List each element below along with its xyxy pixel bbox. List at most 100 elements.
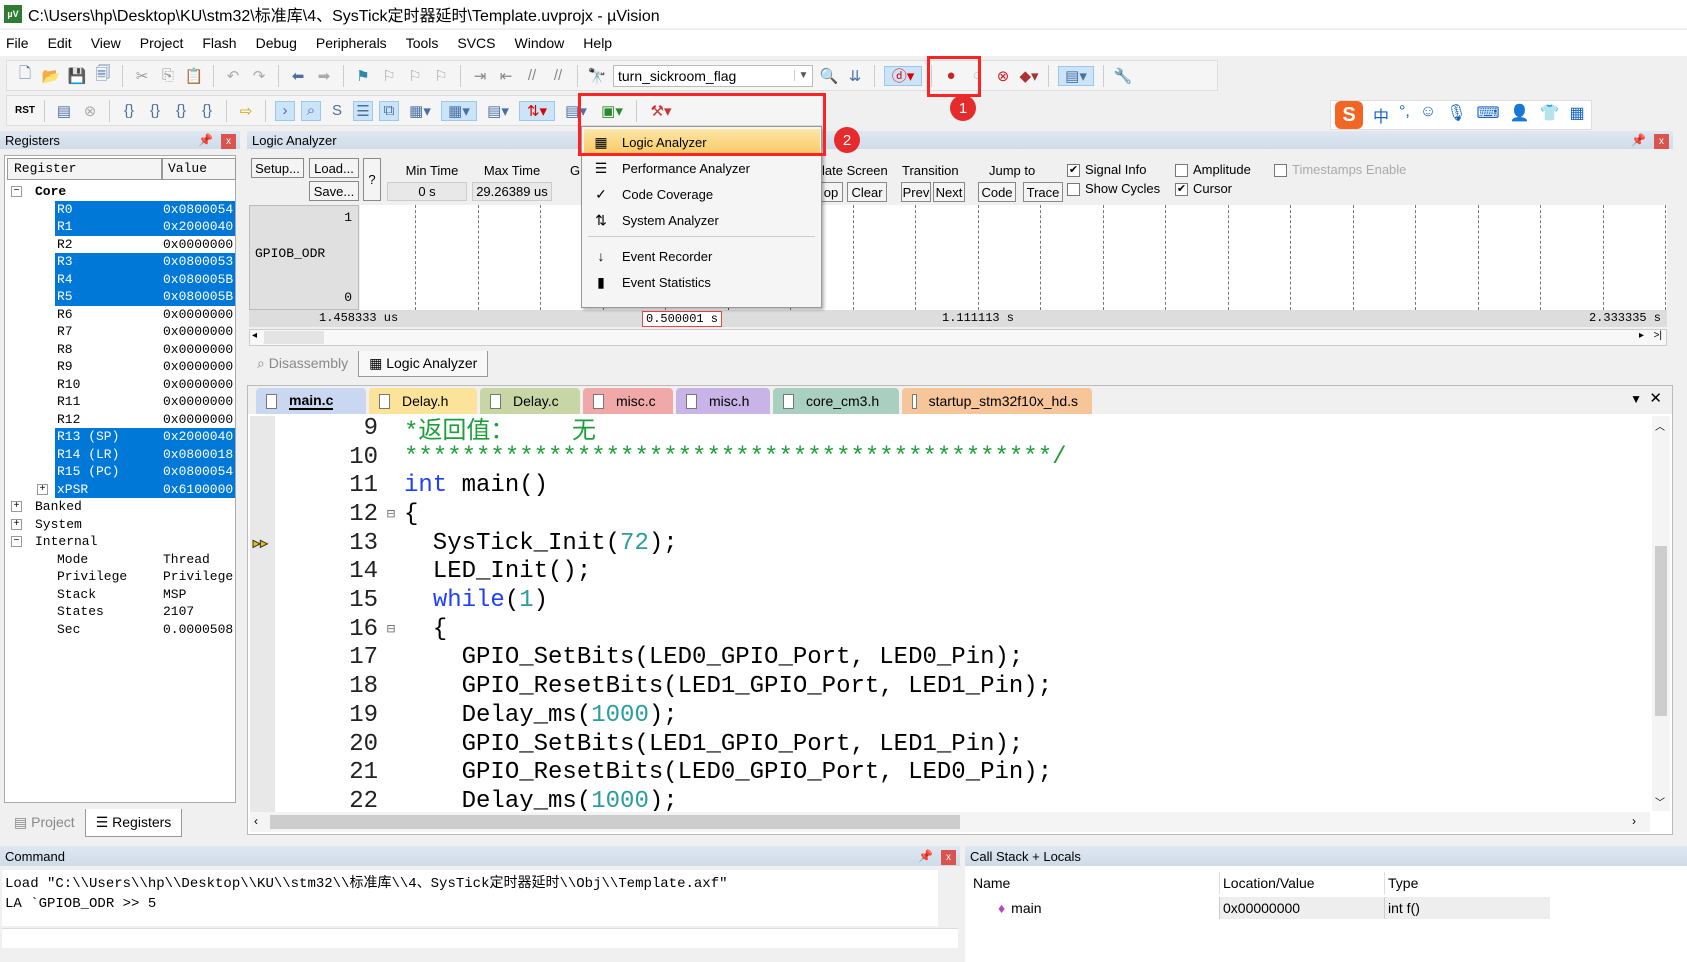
signal-name[interactable]: GPIOB_ODR: [255, 246, 325, 261]
find-combo[interactable]: turn_sickroom_flag ▼: [613, 64, 813, 87]
pin-icon[interactable]: 📌: [1631, 133, 1646, 147]
uncomment-icon[interactable]: //: [548, 66, 568, 86]
register-row[interactable]: R1 0x2000040: [55, 218, 235, 236]
ime-item-icon[interactable]: ▦: [1569, 103, 1584, 127]
memory-window-button[interactable]: ▦▾: [441, 100, 477, 121]
register-row[interactable]: R10 0x0000000: [5, 376, 235, 394]
register-row[interactable]: R0 0x0800054: [55, 200, 235, 218]
ime-item-icon[interactable]: 中: [1373, 103, 1389, 127]
register-row[interactable]: R6 0x0000000: [5, 306, 235, 324]
undo-icon[interactable]: ↶: [223, 66, 243, 86]
step-into-icon[interactable]: {}: [119, 101, 139, 121]
checkbox-signal-info[interactable]: ✔ Signal Info: [1067, 162, 1146, 178]
run-to-cursor-icon[interactable]: {}: [197, 101, 217, 121]
code-line[interactable]: 22 Delay_ms(1000);: [248, 787, 677, 811]
editor-tab-main-c[interactable]: main.c: [256, 388, 366, 414]
indent-icon[interactable]: ⇥: [470, 66, 490, 86]
step-out-icon[interactable]: {}: [171, 101, 191, 121]
code-line[interactable]: 12 ⊟{: [248, 500, 418, 529]
editor-hscrollbar[interactable]: ‹ ›: [250, 812, 1650, 832]
callstack-row[interactable]: ♦ main 0x00000000 int f(): [970, 896, 1550, 920]
close-icon[interactable]: x: [1654, 133, 1669, 149]
new-file-icon[interactable]: 🗋: [15, 65, 35, 86]
editor-tab-core-cm3-h[interactable]: core_cm3.h: [773, 388, 899, 414]
register-row[interactable]: R15 (PC) 0x0800054: [55, 463, 235, 481]
ime-item-icon[interactable]: °,: [1399, 103, 1410, 127]
menu-item-event-recorder[interactable]: ↓ Event Recorder: [584, 243, 820, 269]
configure-icon[interactable]: 🔧: [1113, 66, 1133, 86]
code-line[interactable]: 21 GPIO_ResetBits(LED0_GPIO_Port, LED0_P…: [248, 758, 1052, 787]
command-window-icon[interactable]: ›: [275, 100, 295, 121]
editor-tab-delay-c[interactable]: Delay.c: [480, 388, 580, 414]
scroll-left-icon[interactable]: ‹: [254, 814, 258, 828]
register-row[interactable]: R2 0x0000000: [5, 236, 235, 254]
serial-window-button[interactable]: ▤▾: [483, 101, 513, 121]
debug-session-button[interactable]: ⓓ▾: [884, 65, 922, 86]
checkbox-box[interactable]: [1175, 164, 1188, 178]
bookmark-clear-icon[interactable]: ⚐: [431, 66, 451, 86]
comment-icon[interactable]: //: [522, 66, 542, 86]
setup-button[interactable]: Setup...: [251, 158, 304, 178]
expand-icon[interactable]: +: [37, 483, 48, 495]
column-header-register[interactable]: Register: [7, 158, 162, 180]
cut-icon[interactable]: ✂: [132, 66, 152, 86]
code-line[interactable]: 19 Delay_ms(1000);: [248, 701, 677, 730]
call-stack-window-icon[interactable]: ⧉: [379, 100, 399, 121]
editor-vscrollbar[interactable]: ︿ ﹀: [1652, 416, 1670, 811]
command-output[interactable]: Load "C:\\Users\\hp\\Desktop\\KU\\stm32\…: [2, 870, 938, 926]
menu-item-performance-analyzer[interactable]: ☰ Performance Analyzer: [584, 155, 820, 181]
register-row[interactable]: R3 0x0800053: [55, 253, 235, 271]
fold-collapse-icon[interactable]: ⊟: [378, 506, 404, 523]
save-all-icon[interactable]: 🗐: [93, 65, 113, 86]
editor-tab-misc-c[interactable]: misc.c: [583, 388, 673, 414]
reset-button[interactable]: RST: [15, 101, 35, 121]
tab-registers[interactable]: ☰ Registers: [84, 809, 183, 837]
menu-item-event-statistics[interactable]: ▮ Event Statistics: [584, 269, 820, 295]
scroll-down-icon[interactable]: ﹀: [1655, 794, 1665, 809]
find-in-files-icon[interactable]: 🔭: [587, 66, 607, 86]
ime-item-icon[interactable]: 👤: [1510, 103, 1530, 127]
register-row[interactable]: R11 0x0000000: [5, 393, 235, 411]
close-icon[interactable]: x: [941, 849, 956, 865]
vscroll-thumb[interactable]: [1655, 546, 1667, 716]
menu-help[interactable]: Help: [583, 35, 612, 51]
disassembly-window-icon[interactable]: ⌕: [301, 100, 321, 121]
close-editor-icon[interactable]: ✕: [1649, 389, 1662, 407]
code-line[interactable]: 20 GPIO_SetBits(LED1_GPIO_Port, LED1_Pin…: [248, 730, 1023, 759]
paste-icon[interactable]: 📋: [184, 66, 204, 86]
checkbox-box[interactable]: ✔: [1175, 183, 1188, 197]
register-row[interactable]: Stack MSP: [5, 586, 235, 604]
menu-view[interactable]: View: [91, 35, 121, 51]
help-button[interactable]: ?: [363, 158, 381, 201]
bookmark-prev-icon[interactable]: ⚐: [379, 66, 399, 86]
code-line[interactable]: 11 int main(): [248, 471, 548, 500]
pin-icon[interactable]: 📌: [918, 849, 933, 863]
editor-tab-delay-h[interactable]: Delay.h: [369, 388, 477, 414]
menu-flash[interactable]: Flash: [202, 35, 236, 51]
analysis-window-button[interactable]: ⇅▾: [519, 100, 555, 121]
breakpoint-disable-all-icon[interactable]: ⊗: [993, 66, 1013, 86]
editor-tab-misc-h[interactable]: misc.h: [676, 388, 770, 414]
watch-window-button[interactable]: ▦▾: [405, 101, 435, 121]
register-row[interactable]: − Internal: [5, 533, 235, 551]
code-line[interactable]: 17 GPIO_SetBits(LED0_GPIO_Port, LED0_Pin…: [248, 644, 1023, 673]
register-row[interactable]: R4 0x080005B: [55, 270, 235, 288]
code-line[interactable]: 9 *返回值： 无: [248, 416, 596, 446]
scroll-thumb[interactable]: [264, 331, 324, 344]
show-next-statement-icon[interactable]: ⇨: [236, 101, 256, 121]
register-row[interactable]: + System: [5, 516, 235, 534]
breakpoint-kill-all-icon[interactable]: ◆▾: [1019, 66, 1039, 86]
checkbox-cursor[interactable]: ✔ Cursor: [1175, 181, 1232, 197]
load-button[interactable]: Load...: [309, 158, 359, 178]
redo-icon[interactable]: ↷: [249, 66, 269, 86]
expand-icon[interactable]: +: [11, 518, 22, 530]
next-button[interactable]: Next: [933, 182, 965, 202]
code-line[interactable]: 14 LED_Init();: [248, 558, 591, 587]
copy-icon[interactable]: ⎘: [158, 66, 178, 86]
register-row[interactable]: R14 (LR) 0x0800018: [55, 445, 235, 463]
menu-svcs[interactable]: SVCS: [457, 35, 495, 51]
command-input[interactable]: [2, 928, 958, 948]
col-location[interactable]: Location/Value: [1219, 872, 1384, 894]
code-button[interactable]: Code: [978, 182, 1016, 202]
ime-item-icon[interactable]: ⌨: [1477, 103, 1500, 127]
